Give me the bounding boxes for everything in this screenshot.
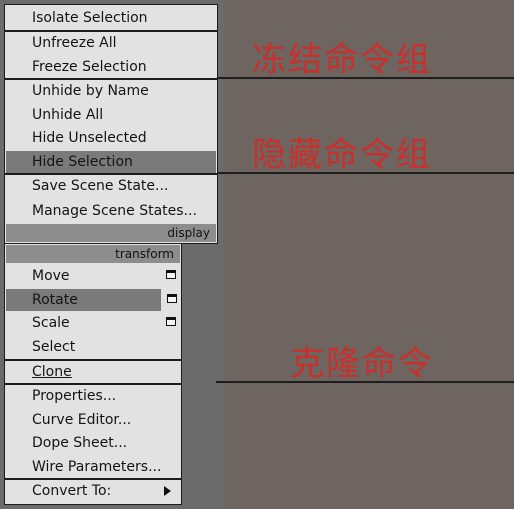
menu-item-rotate-label: Rotate <box>32 292 78 308</box>
menu-item-dope-sheet[interactable]: Dope Sheet... <box>6 432 180 454</box>
menu-item-freeze-selection[interactable]: Freeze Selection <box>6 56 216 78</box>
menu-item-scale[interactable]: Scale <box>6 312 180 334</box>
annotation-clone: 克隆命令 <box>290 344 434 384</box>
menu-item-save-scene-state[interactable]: Save Scene State... <box>6 175 216 197</box>
menu-item-wire-parameters[interactable]: Wire Parameters... <box>6 456 180 478</box>
menu-item-properties[interactable]: Properties... <box>6 385 180 407</box>
menu-item-isolate-selection[interactable]: Isolate Selection <box>6 7 216 29</box>
dialog-box-icon[interactable] <box>167 294 177 303</box>
menu-item-clone-label: Clone <box>32 364 72 380</box>
menu-item-select[interactable]: Select <box>6 336 180 358</box>
menu-item-convert-to[interactable]: Convert To: <box>6 480 180 502</box>
annotation-hide-group: 隐藏命令组 <box>252 135 432 175</box>
menu-item-manage-scene-states[interactable]: Manage Scene States... <box>6 200 216 222</box>
menu-item-move-label: Move <box>32 268 70 284</box>
quad-header-transform: transform <box>6 245 180 263</box>
submenu-arrow-icon <box>164 486 171 496</box>
menu-item-unhide-by-name[interactable]: Unhide by Name <box>6 80 216 102</box>
transform-quad-menu: transform Move Rotate Scale Select Clone… <box>4 243 182 505</box>
dialog-box-icon[interactable] <box>166 270 176 279</box>
display-quad-menu: Isolate Selection Unfreeze All Freeze Se… <box>4 4 218 244</box>
menu-item-scale-label: Scale <box>32 315 70 331</box>
menu-item-hide-unselected[interactable]: Hide Unselected <box>6 127 216 149</box>
menu-item-curve-editor[interactable]: Curve Editor... <box>6 409 180 431</box>
menu-item-rotate[interactable]: Rotate <box>6 289 161 311</box>
quad-header-display: display <box>6 224 216 242</box>
menu-item-convert-to-label: Convert To: <box>32 483 112 499</box>
menu-item-move[interactable]: Move <box>6 265 180 287</box>
menu-item-unfreeze-all[interactable]: Unfreeze All <box>6 32 216 54</box>
annotation-freeze-group: 冻结命令组 <box>252 40 432 80</box>
menu-item-unhide-all[interactable]: Unhide All <box>6 104 216 126</box>
menu-item-hide-selection[interactable]: Hide Selection <box>6 151 216 173</box>
viewport[interactable]: 冻结命令组 隐藏命令组 克隆命令 Isolate Selection Unfre… <box>0 0 514 509</box>
dialog-box-icon[interactable] <box>166 317 176 326</box>
menu-item-clone[interactable]: Clone <box>6 361 180 383</box>
